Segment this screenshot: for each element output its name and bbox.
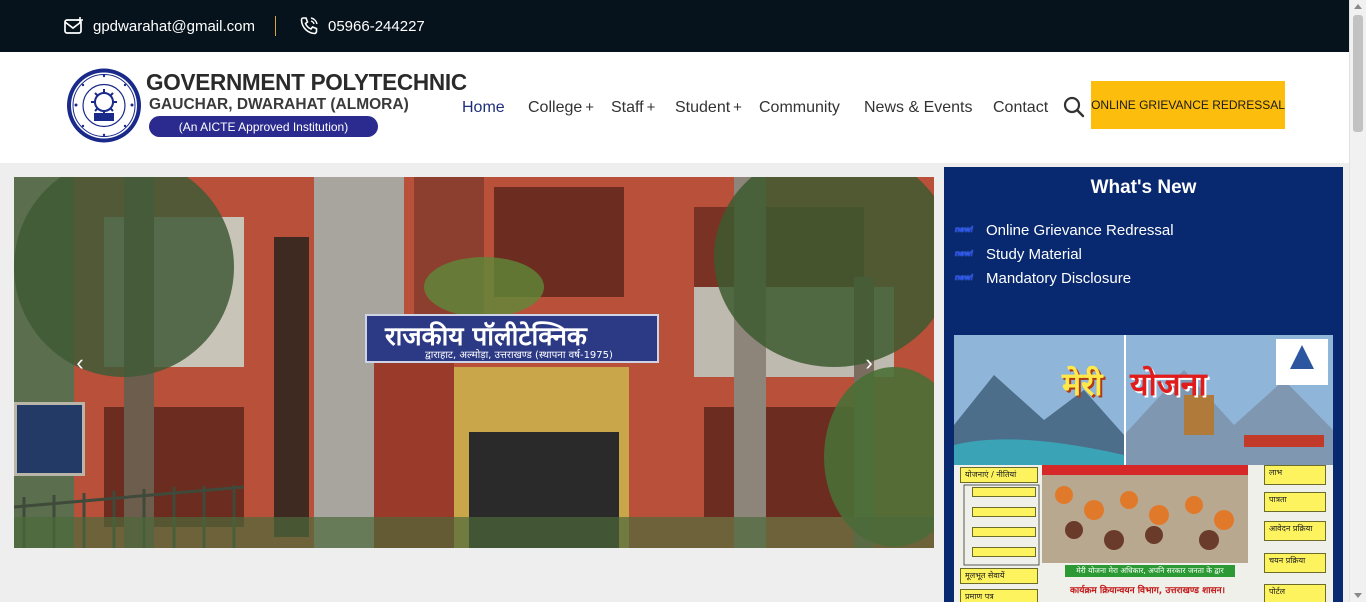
scroll-down-icon[interactable]: [1354, 593, 1362, 598]
news-item-label: Online Grievance Redressal: [986, 221, 1174, 239]
slider-next-icon[interactable]: ›: [859, 351, 879, 375]
list-item[interactable]: new! Study Material: [955, 242, 1174, 266]
news-item-label: Study Material: [986, 245, 1082, 263]
email-link[interactable]: gpdwarahat@gmail.com: [64, 0, 255, 52]
poster-left-box: योजनाएं / नीतियां: [960, 467, 1038, 483]
scroll-up-icon[interactable]: [1354, 4, 1362, 9]
nav-community-label: Community: [759, 98, 840, 116]
new-badge-icon: new!: [955, 225, 974, 234]
nav-student-label: Student: [675, 98, 731, 116]
list-item[interactable]: new! Online Grievance Redressal: [955, 218, 1174, 242]
nav-student[interactable]: Student +: [675, 52, 742, 163]
poster-right-box: पात्रता: [1264, 492, 1326, 512]
whats-new-title: What's New: [1090, 177, 1197, 198]
nav-news-events[interactable]: News & Events: [864, 52, 972, 163]
poster-footer: कार्यक्रम क्रियान्वयन विभाग, उत्तराखण्ड …: [1070, 586, 1226, 596]
poster-title-part-2: योजना: [1130, 365, 1207, 403]
poster-banner: मेरी योजना मेरा अधिकार, अपनि सरकार जनता …: [1065, 565, 1235, 577]
nav-home-label: Home: [462, 98, 505, 116]
topbar-divider: [275, 16, 276, 36]
poster-left-box: प्रमाण पत्र: [960, 589, 1038, 602]
plus-icon: +: [646, 99, 656, 116]
online-grievance-button[interactable]: ONLINE GRIEVANCE REDRESSAL: [1091, 81, 1285, 129]
poster-sub-box: [972, 487, 1036, 497]
slider-prev-icon[interactable]: ‹: [70, 351, 90, 375]
nav-staff-label: Staff: [611, 98, 644, 116]
nav-contact-label: Contact: [993, 98, 1049, 116]
brand-subtitle: GAUCHAR, DWARAHAT (ALMORA): [149, 96, 409, 113]
nav-staff[interactable]: Staff +: [611, 52, 655, 163]
plus-icon: +: [733, 99, 742, 116]
nav-college[interactable]: College +: [528, 52, 594, 163]
mail-icon: [64, 17, 83, 34]
college-seal-logo[interactable]: [66, 67, 142, 144]
poster-right-box: पोर्टल: [1264, 584, 1326, 602]
signboard-subtitle: द्वाराहाट, अल्मोड़ा, उत्तराखण्ड (स्थापना…: [425, 350, 613, 361]
list-item[interactable]: new! Mandatory Disclosure: [955, 266, 1174, 290]
poster-sub-box: [972, 527, 1036, 537]
whats-new-panel: What's New new! Online Grievance Redress…: [944, 167, 1343, 602]
poster-right-box: चयन प्रक्रिया: [1264, 553, 1326, 573]
phone-text: 05966-244227: [328, 17, 425, 35]
poster-left-box: मूलभूत सेवायें: [960, 568, 1038, 584]
poster-sub-box: [972, 507, 1036, 517]
poster-sub-box: [972, 547, 1036, 557]
news-item-label: Mandatory Disclosure: [986, 269, 1132, 287]
nav-contact[interactable]: Contact: [993, 52, 1048, 163]
meri-yojana-poster[interactable]: मेरी योजना योजनाएं / नीतियां मूलभूत सेवा…: [954, 335, 1333, 602]
poster-right-box: आवेदन प्रक्रिया: [1264, 521, 1326, 541]
poster-right-box: लाभ: [1264, 465, 1326, 485]
nav-news-label: News & Events: [864, 98, 973, 116]
phone-icon: [300, 17, 318, 35]
new-badge-icon: new!: [955, 249, 974, 258]
site-header: GOVERNMENT POLYTECHNIC GAUCHAR, DWARAHAT…: [0, 52, 1349, 163]
plus-icon: +: [585, 99, 595, 116]
whats-new-list: new! Online Grievance Redressal new! Stu…: [955, 218, 1174, 290]
scroll-thumb[interactable]: [1353, 15, 1363, 132]
phone-link[interactable]: 05966-244227: [299, 0, 425, 52]
hero-slider[interactable]: राजकीय पॉलीटेक्निक द्वाराहाट, अल्मोड़ा, …: [14, 177, 934, 548]
building-signboard: राजकीय पॉलीटेक्निक द्वाराहाट, अल्मोड़ा, …: [365, 314, 659, 363]
aicte-tagline: (An AICTE Approved Institution): [149, 116, 378, 137]
nav-college-label: College: [528, 98, 583, 116]
email-text: gpdwarahat@gmail.com: [93, 17, 255, 35]
nav-community[interactable]: Community: [759, 52, 840, 163]
nav-home[interactable]: Home: [462, 52, 505, 163]
brand-title: GOVERNMENT POLYTECHNIC: [146, 69, 467, 95]
notice-board: [14, 402, 85, 476]
new-badge-icon: new!: [955, 273, 974, 282]
top-contact-bar: gpdwarahat@gmail.com 05966-244227: [0, 0, 1349, 52]
poster-title-part-1: मेरी: [1062, 365, 1103, 403]
search-icon[interactable]: [1063, 96, 1085, 118]
page-scrollbar[interactable]: [1349, 0, 1366, 602]
